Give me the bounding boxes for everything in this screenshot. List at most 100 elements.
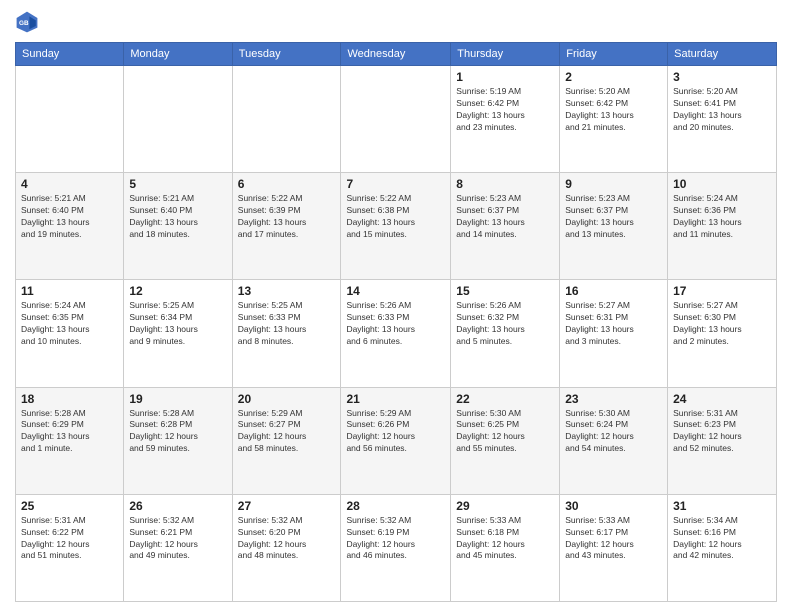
cell-day-number: 17 — [673, 284, 771, 298]
cell-day-number: 29 — [456, 499, 554, 513]
cell-info: Sunrise: 5:22 AM Sunset: 6:39 PM Dayligh… — [238, 193, 336, 241]
calendar-cell: 30 Sunrise: 5:33 AM Sunset: 6:17 PM Dayli… — [560, 494, 668, 601]
cell-day-number: 19 — [129, 392, 226, 406]
cell-info: Sunrise: 5:25 AM Sunset: 6:34 PM Dayligh… — [129, 300, 226, 348]
calendar-cell: 9 Sunrise: 5:23 AM Sunset: 6:37 PM Daylig… — [560, 173, 668, 280]
cell-day-number: 31 — [673, 499, 771, 513]
calendar-cell: 6 Sunrise: 5:22 AM Sunset: 6:39 PM Daylig… — [232, 173, 341, 280]
cell-day-number: 6 — [238, 177, 336, 191]
calendar-cell: 27 Sunrise: 5:32 AM Sunset: 6:20 PM Dayli… — [232, 494, 341, 601]
cell-info: Sunrise: 5:33 AM Sunset: 6:17 PM Dayligh… — [565, 515, 662, 563]
week-row-4: 18 Sunrise: 5:28 AM Sunset: 6:29 PM Dayli… — [16, 387, 777, 494]
cell-day-number: 30 — [565, 499, 662, 513]
calendar-cell: 8Sunrise: 5:23 AM Sunset: 6:37 PM Daylig… — [451, 173, 560, 280]
cell-day-number: 18 — [21, 392, 118, 406]
calendar-cell: 14 Sunrise: 5:26 AM Sunset: 6:33 PM Dayli… — [341, 280, 451, 387]
calendar-body: 1 Sunrise: 5:19 AM Sunset: 6:42 PM Daylig… — [16, 66, 777, 602]
cell-info: Sunrise: 5:33 AM Sunset: 6:18 PM Dayligh… — [456, 515, 554, 563]
cell-day-number: 5 — [129, 177, 226, 191]
cell-info: Sunrise: 5:20 AM Sunset: 6:42 PM Dayligh… — [565, 86, 662, 134]
cell-info: Sunrise: 5:23 AM Sunset: 6:37 PM Dayligh… — [565, 193, 662, 241]
header-sunday: Sunday — [16, 43, 124, 66]
calendar-cell: 21 Sunrise: 5:29 AM Sunset: 6:26 PM Dayli… — [341, 387, 451, 494]
calendar-cell: 24 Sunrise: 5:31 AM Sunset: 6:23 PM Dayli… — [668, 387, 777, 494]
cell-day-number: 9 — [565, 177, 662, 191]
week-row-5: 25Sunrise: 5:31 AM Sunset: 6:22 PM Dayli… — [16, 494, 777, 601]
cell-info: Sunrise: 5:24 AM Sunset: 6:36 PM Dayligh… — [673, 193, 771, 241]
calendar-cell: 28Sunrise: 5:32 AM Sunset: 6:19 PM Dayli… — [341, 494, 451, 601]
calendar-cell — [232, 66, 341, 173]
cell-info: Sunrise: 5:29 AM Sunset: 6:26 PM Dayligh… — [346, 408, 445, 456]
cell-day-number: 26 — [129, 499, 226, 513]
calendar-cell: 10 Sunrise: 5:24 AM Sunset: 6:36 PM Dayli… — [668, 173, 777, 280]
calendar-cell: 26 Sunrise: 5:32 AM Sunset: 6:21 PM Dayli… — [124, 494, 232, 601]
cell-day-number: 1 — [456, 70, 554, 84]
logo-icon: GB — [15, 10, 39, 34]
calendar-cell: 18 Sunrise: 5:28 AM Sunset: 6:29 PM Dayli… — [16, 387, 124, 494]
cell-day-number: 20 — [238, 392, 336, 406]
header-thursday: Thursday — [451, 43, 560, 66]
header-wednesday: Wednesday — [341, 43, 451, 66]
cell-info: Sunrise: 5:32 AM Sunset: 6:21 PM Dayligh… — [129, 515, 226, 563]
calendar-cell: 17 Sunrise: 5:27 AM Sunset: 6:30 PM Dayli… — [668, 280, 777, 387]
cell-day-number: 25 — [21, 499, 118, 513]
calendar-cell: 23 Sunrise: 5:30 AM Sunset: 6:24 PM Dayli… — [560, 387, 668, 494]
cell-day-number: 21 — [346, 392, 445, 406]
cell-info: Sunrise: 5:31 AM Sunset: 6:23 PM Dayligh… — [673, 408, 771, 456]
header-tuesday: Tuesday — [232, 43, 341, 66]
calendar-cell: 4Sunrise: 5:21 AM Sunset: 6:40 PM Daylig… — [16, 173, 124, 280]
cell-day-number: 11 — [21, 284, 118, 298]
cell-info: Sunrise: 5:25 AM Sunset: 6:33 PM Dayligh… — [238, 300, 336, 348]
header-saturday: Saturday — [668, 43, 777, 66]
calendar-cell: 13 Sunrise: 5:25 AM Sunset: 6:33 PM Dayli… — [232, 280, 341, 387]
week-row-2: 4Sunrise: 5:21 AM Sunset: 6:40 PM Daylig… — [16, 173, 777, 280]
cell-info: Sunrise: 5:30 AM Sunset: 6:25 PM Dayligh… — [456, 408, 554, 456]
cell-day-number: 10 — [673, 177, 771, 191]
cell-day-number: 14 — [346, 284, 445, 298]
cell-day-number: 23 — [565, 392, 662, 406]
cell-info: Sunrise: 5:26 AM Sunset: 6:32 PM Dayligh… — [456, 300, 554, 348]
cell-info: Sunrise: 5:29 AM Sunset: 6:27 PM Dayligh… — [238, 408, 336, 456]
cell-info: Sunrise: 5:21 AM Sunset: 6:40 PM Dayligh… — [21, 193, 118, 241]
cell-info: Sunrise: 5:28 AM Sunset: 6:29 PM Dayligh… — [21, 408, 118, 456]
week-row-3: 11Sunrise: 5:24 AM Sunset: 6:35 PM Dayli… — [16, 280, 777, 387]
calendar-cell: 11Sunrise: 5:24 AM Sunset: 6:35 PM Dayli… — [16, 280, 124, 387]
cell-info: Sunrise: 5:22 AM Sunset: 6:38 PM Dayligh… — [346, 193, 445, 241]
header-monday: Monday — [124, 43, 232, 66]
calendar-cell: 16Sunrise: 5:27 AM Sunset: 6:31 PM Dayli… — [560, 280, 668, 387]
cell-info: Sunrise: 5:27 AM Sunset: 6:31 PM Dayligh… — [565, 300, 662, 348]
cell-info: Sunrise: 5:30 AM Sunset: 6:24 PM Dayligh… — [565, 408, 662, 456]
calendar-cell: 31Sunrise: 5:34 AM Sunset: 6:16 PM Dayli… — [668, 494, 777, 601]
calendar-cell: 29 Sunrise: 5:33 AM Sunset: 6:18 PM Dayli… — [451, 494, 560, 601]
cell-info: Sunrise: 5:26 AM Sunset: 6:33 PM Dayligh… — [346, 300, 445, 348]
calendar-cell: 3 Sunrise: 5:20 AM Sunset: 6:41 PM Daylig… — [668, 66, 777, 173]
calendar-cell: 5 Sunrise: 5:21 AM Sunset: 6:40 PM Daylig… — [124, 173, 232, 280]
cell-day-number: 3 — [673, 70, 771, 84]
cell-day-number: 13 — [238, 284, 336, 298]
cell-day-number: 27 — [238, 499, 336, 513]
cell-info: Sunrise: 5:20 AM Sunset: 6:41 PM Dayligh… — [673, 86, 771, 134]
cell-day-number: 22 — [456, 392, 554, 406]
calendar-cell: 12Sunrise: 5:25 AM Sunset: 6:34 PM Dayli… — [124, 280, 232, 387]
cell-info: Sunrise: 5:27 AM Sunset: 6:30 PM Dayligh… — [673, 300, 771, 348]
calendar-cell — [341, 66, 451, 173]
cell-info: Sunrise: 5:21 AM Sunset: 6:40 PM Dayligh… — [129, 193, 226, 241]
cell-info: Sunrise: 5:19 AM Sunset: 6:42 PM Dayligh… — [456, 86, 554, 134]
cell-day-number: 24 — [673, 392, 771, 406]
calendar-header: SundayMondayTuesdayWednesdayThursdayFrid… — [16, 43, 777, 66]
calendar-cell — [16, 66, 124, 173]
cell-info: Sunrise: 5:32 AM Sunset: 6:20 PM Dayligh… — [238, 515, 336, 563]
header-row: SundayMondayTuesdayWednesdayThursdayFrid… — [16, 43, 777, 66]
cell-info: Sunrise: 5:28 AM Sunset: 6:28 PM Dayligh… — [129, 408, 226, 456]
logo: GB — [15, 10, 43, 34]
cell-info: Sunrise: 5:23 AM Sunset: 6:37 PM Dayligh… — [456, 193, 554, 241]
page: GB SundayMondayTuesdayWednesdayThursdayF… — [0, 0, 792, 612]
calendar-cell: 19 Sunrise: 5:28 AM Sunset: 6:28 PM Dayli… — [124, 387, 232, 494]
cell-day-number: 7 — [346, 177, 445, 191]
calendar-cell: 2Sunrise: 5:20 AM Sunset: 6:42 PM Daylig… — [560, 66, 668, 173]
week-row-1: 1 Sunrise: 5:19 AM Sunset: 6:42 PM Daylig… — [16, 66, 777, 173]
calendar-table: SundayMondayTuesdayWednesdayThursdayFrid… — [15, 42, 777, 602]
calendar-cell: 7 Sunrise: 5:22 AM Sunset: 6:38 PM Daylig… — [341, 173, 451, 280]
cell-day-number: 28 — [346, 499, 445, 513]
calendar-cell: 1 Sunrise: 5:19 AM Sunset: 6:42 PM Daylig… — [451, 66, 560, 173]
